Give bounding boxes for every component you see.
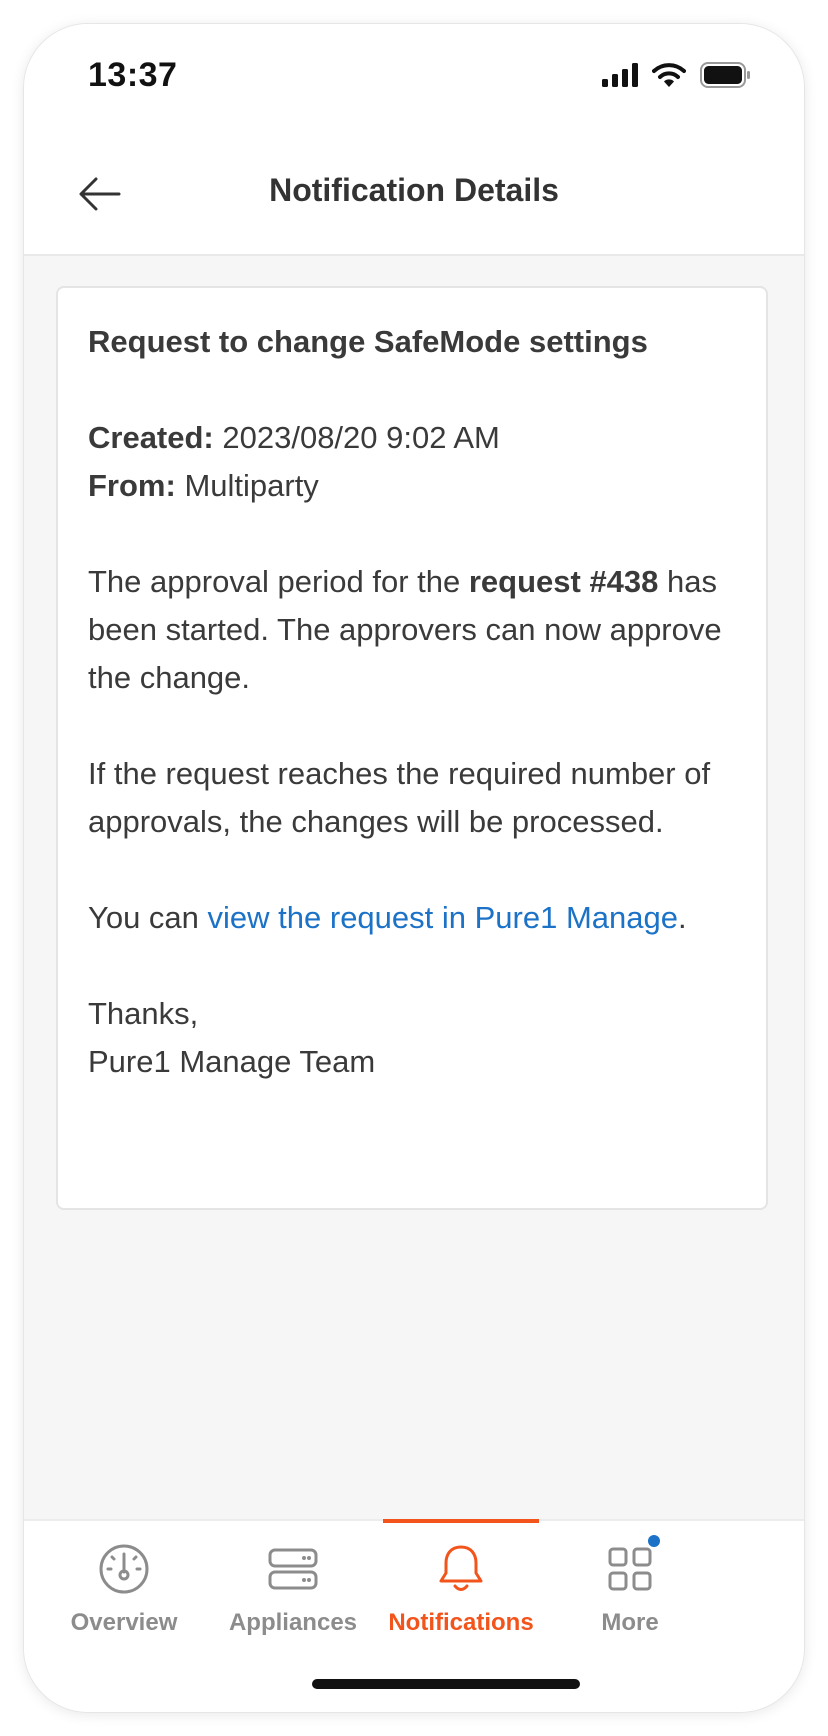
view-request-prefix: You can	[88, 900, 208, 935]
cellular-signal-icon	[602, 63, 638, 87]
bell-icon	[439, 1545, 483, 1591]
signoff: Thanks,	[88, 996, 199, 1031]
notification-badge-dot	[648, 1535, 660, 1547]
approvals-paragraph: If the request reaches the required numb…	[88, 756, 711, 839]
signature: Pure1 Manage Team	[88, 1044, 376, 1079]
server-icon	[268, 1548, 318, 1590]
tab-overview-label: Overview	[70, 1609, 178, 1636]
app-header: Notification Details	[24, 134, 804, 256]
tab-notifications[interactable]: Notifications	[383, 1519, 539, 1651]
created-value: 2023/08/20 9:02 AM	[213, 420, 500, 455]
phone-frame: 13:37 Notification Details Request to ch…	[24, 24, 804, 1712]
from-label: From:	[88, 468, 176, 503]
status-time: 13:37	[88, 56, 178, 94]
battery-icon	[700, 62, 750, 88]
tab-appliances-label: Appliances	[228, 1609, 358, 1636]
from-value: Multiparty	[175, 468, 319, 503]
view-request-suffix: .	[677, 900, 687, 935]
tab-appliances[interactable]: Appliances	[215, 1521, 371, 1651]
wifi-icon	[652, 63, 686, 87]
tab-overview[interactable]: Overview	[46, 1521, 202, 1651]
grid-icon	[608, 1547, 652, 1591]
home-indicator	[312, 1679, 580, 1689]
request-number: request #438	[468, 564, 659, 599]
status-icons	[602, 62, 752, 88]
page-title: Notification Details	[269, 172, 559, 208]
active-tab-indicator	[383, 1519, 539, 1523]
view-request-paragraph: You can view the request in Pure1 Manage…	[88, 894, 736, 942]
created-label: Created:	[88, 420, 214, 455]
tab-more[interactable]: More	[552, 1521, 708, 1651]
tab-notifications-label: Notifications	[388, 1609, 534, 1636]
tab-more-label: More	[601, 1609, 659, 1636]
approval-text-start: The approval period for the	[88, 564, 469, 599]
gauge-icon	[99, 1544, 149, 1594]
created-line: Created: 2023/08/20 9:02 AM	[88, 414, 736, 462]
view-request-link[interactable]: view the request in Pure1 Manage	[208, 900, 678, 935]
from-line: From: Multiparty	[88, 462, 736, 510]
notification-card: Request to change SafeMode settings Crea…	[56, 286, 768, 1210]
notification-title: Request to change SafeMode settings	[88, 324, 648, 359]
approval-paragraph: The approval period for the request #438…	[88, 558, 736, 702]
status-bar: 13:37	[24, 24, 804, 134]
